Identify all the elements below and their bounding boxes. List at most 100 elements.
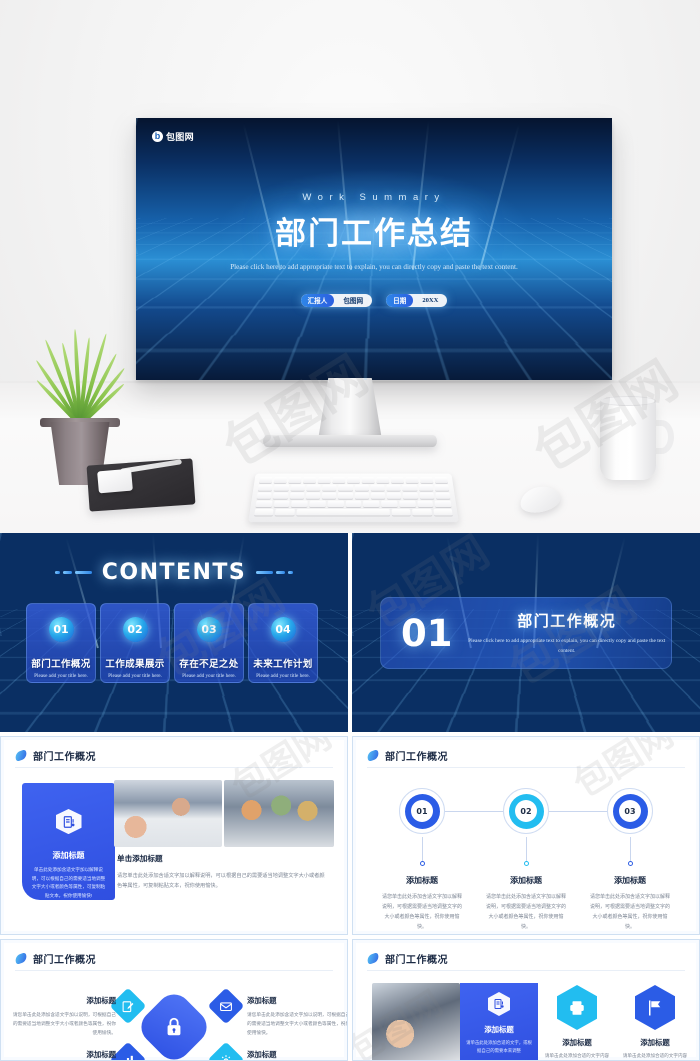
diamond-title: 添加标题 [247, 995, 348, 1006]
card-number: 01 [49, 617, 74, 642]
node-title: 添加标题 [478, 875, 574, 886]
diamond-text-4: 添加标题 请您单击此处添加含适文字加以说明，可根据自己的需要适当地调整文字大小或… [247, 1049, 348, 1061]
potted-plant [18, 300, 142, 485]
hex-text: 请单击此处添加合适的文字内容说明 [538, 1052, 616, 1061]
envelope-icon[interactable] [208, 988, 245, 1025]
hex-row: 添加标题 请单击此处添加合适的文字，或根据自己的需要本来调整 添加标题 请单击此… [372, 983, 694, 1061]
node-ring: 03 [613, 794, 648, 829]
logo-text: 包图网 [166, 130, 194, 143]
contents-card-02[interactable]: 02 工作成果展示 Please add your title here. [100, 603, 170, 683]
node-ring-outer: 02 [503, 788, 549, 834]
header-divider [367, 767, 685, 768]
date-value: 20XX [413, 297, 447, 304]
hex-text: 请单击此处添加合适的文字内容说明 [616, 1052, 694, 1061]
node-number: 02 [515, 800, 537, 822]
node-stem [630, 837, 631, 861]
leaf-icon [366, 952, 380, 964]
right-title: 单击添加标题 [117, 853, 328, 864]
mug-rim [600, 396, 656, 406]
contents-title: CONTENTS [102, 560, 247, 585]
presenter-label: 汇报人 [301, 294, 335, 307]
timeline: 01 添加标题 请您单击此处添加含适文字加以解释说明，可根据需要适当地调整文字的… [356, 788, 696, 932]
card-title: 存在不足之处 [179, 656, 238, 670]
feature-card[interactable]: 添加标题 请单击此处添加合适的文字，或根据自己的需要本来调整 [460, 983, 538, 1061]
node-ring: 01 [405, 794, 440, 829]
card-number: 04 [271, 617, 296, 642]
node-dot [524, 861, 529, 866]
node-text: 请您单击此处添加含适文字加以解释说明，可根据需要适当地调整文字的大小或者颜色等属… [374, 892, 470, 932]
node-ring-outer: 01 [399, 788, 445, 834]
contents-card-03[interactable]: 03 存在不足之处 Please add your title here. [174, 603, 244, 683]
right-text-block: 单击添加标题 请您单击此处添加含适文字加以解释说明，可以根据自己的需要适当地调整… [117, 853, 328, 892]
hex-item-flag[interactable]: 添加标题 请单击此处添加合适的文字内容说明 [616, 983, 694, 1061]
logo-mark-icon: b [152, 131, 163, 142]
feature-card-title: 添加标题 [53, 850, 85, 861]
presenter-value: 包图网 [334, 295, 372, 305]
node-stem [526, 837, 527, 861]
timeline-node-01[interactable]: 01 添加标题 请您单击此处添加含适文字加以解释说明，可根据需要适当地调整文字的… [374, 788, 470, 932]
contents-cards: 01 部门工作概况 Please add your title here. 02… [26, 603, 318, 683]
gear-icon[interactable] [208, 1042, 245, 1061]
diamond-body: 请您单击此处添加含适文字加以说明，可根据自己的需要适当地调整文字大小或者颜色等属… [12, 1010, 116, 1037]
hero-title: 部门工作总结 [136, 208, 612, 253]
photo-desk [372, 983, 460, 1061]
timeline-node-02[interactable]: 02 添加标题 请您单击此处添加含适文字加以解释说明，可根据需要适当地调整文字的… [478, 788, 574, 932]
header-divider [15, 767, 333, 768]
flag-icon [635, 985, 675, 1030]
feature-card-title: 添加标题 [484, 1024, 514, 1035]
card-title: 未来工作计划 [253, 656, 312, 670]
section-number: 01 [401, 615, 453, 652]
phone [97, 469, 133, 494]
document-icon [56, 809, 82, 834]
photo-meeting [114, 780, 222, 847]
slide-hex-icons[interactable]: 部门工作概况 添加标题 请单击此处添加合适的文字，或根据自己的需要本来调整 添加… [352, 939, 700, 1061]
slide-contents[interactable]: CONTENTS 01 部门工作概况 Please add your title… [0, 533, 348, 732]
slide-header: 部门工作概况 [367, 748, 448, 763]
node-number: 01 [411, 800, 433, 822]
hero-text-block: Work Summary 部门工作总结 Please click here to… [136, 192, 612, 307]
node-text: 请您单击此处添加含适文字加以解释说明，可根据需要适当地调整文字的大小或者颜色等属… [478, 892, 574, 932]
slide-thumbnail-grid: CONTENTS 01 部门工作概况 Please add your title… [0, 533, 700, 1053]
hex-title: 添加标题 [616, 1037, 694, 1048]
deco-right-icon [256, 571, 293, 574]
keyboard [248, 474, 459, 523]
diamond-text-2: 添加标题 请您单击此处添加含适文字加以说明，可根据自己的需要适当地调整文字大小或… [247, 995, 348, 1037]
diamond-text-1: 添加标题 请您单击此处添加含适文字加以说明，可根据自己的需要适当地调整文字大小或… [12, 995, 116, 1037]
monitor-stand-base [263, 435, 437, 447]
slide-header: 部门工作概况 [15, 748, 96, 763]
diamond-title: 添加标题 [12, 1049, 116, 1060]
section-panel: 01 部门工作概况 Please click here to add appro… [380, 597, 672, 669]
slide-photo-layout[interactable]: 部门工作概况 添加标题 单击此处添加含适文字加以解释说明，可以根据自己的需要适当… [0, 736, 348, 935]
contents-card-04[interactable]: 04 未来工作计划 Please add your title here. [248, 603, 318, 683]
card-title: 部门工作概况 [31, 656, 90, 670]
feature-card-text: 请单击此处添加合适的文字，或根据自己的需要本来调整 [460, 1039, 538, 1055]
slide-header-title: 部门工作概况 [33, 748, 96, 763]
diamond-title: 添加标题 [247, 1049, 348, 1060]
contents-header: CONTENTS [0, 560, 348, 585]
slide-header-title: 部门工作概况 [385, 748, 448, 763]
hex-title: 添加标题 [538, 1037, 616, 1048]
hero-eyebrow: Work Summary [136, 192, 612, 203]
node-stem [422, 837, 423, 861]
contents-card-01[interactable]: 01 部门工作概况 Please add your title here. [26, 603, 96, 683]
hero-mockup-scene: b 包图网 Work Summary 部门工作总结 Please click h… [0, 0, 700, 533]
slide-section-divider[interactable]: 01 部门工作概况 Please click here to add appro… [352, 533, 700, 732]
node-title: 添加标题 [374, 875, 470, 886]
slide-diamond-icons[interactable]: 部门工作概况 添加标题 请您单击此处添加含适文字加以说明，可根据自己的需要适当地… [0, 939, 348, 1061]
right-text: 请您单击此处添加含适文字加以解释说明，可以根据自己的需要适当地调整文字大小或者颜… [117, 871, 328, 892]
slide-header: 部门工作概况 [367, 951, 448, 966]
coffee-mug [600, 400, 674, 480]
diamond-title: 添加标题 [12, 995, 116, 1006]
node-ring: 02 [509, 794, 544, 829]
photo-team [224, 780, 334, 847]
timeline-node-03[interactable]: 03 添加标题 请您单击此处添加含适文字加以解释说明，可根据需要适当地调整文字的… [582, 788, 678, 932]
slide-timeline[interactable]: 部门工作概况 01 添加标题 请您单击此处添加含适文字加以解释说明，可根据需要适… [352, 736, 700, 935]
mug-body [600, 400, 656, 480]
feature-card[interactable]: 添加标题 单击此处添加含适文字加以解释说明，可以根据自己的需要适当地调整文字大小… [22, 783, 115, 900]
diamond-body: 请您单击此处添加含适文字加以说明，可根据自己的需要适当地调整文字大小或者颜色等属… [247, 1010, 348, 1037]
monitor: b 包图网 Work Summary 部门工作总结 Please click h… [136, 118, 612, 380]
node-text: 请您单击此处添加含适文字加以解释说明，可根据需要适当地调整文字的大小或者颜色等属… [582, 892, 678, 932]
section-text: 部门工作概况 Please click here to add appropri… [453, 610, 672, 656]
node-dot [420, 861, 425, 866]
hex-item-printer[interactable]: 添加标题 请单击此处添加合适的文字内容说明 [538, 983, 616, 1061]
